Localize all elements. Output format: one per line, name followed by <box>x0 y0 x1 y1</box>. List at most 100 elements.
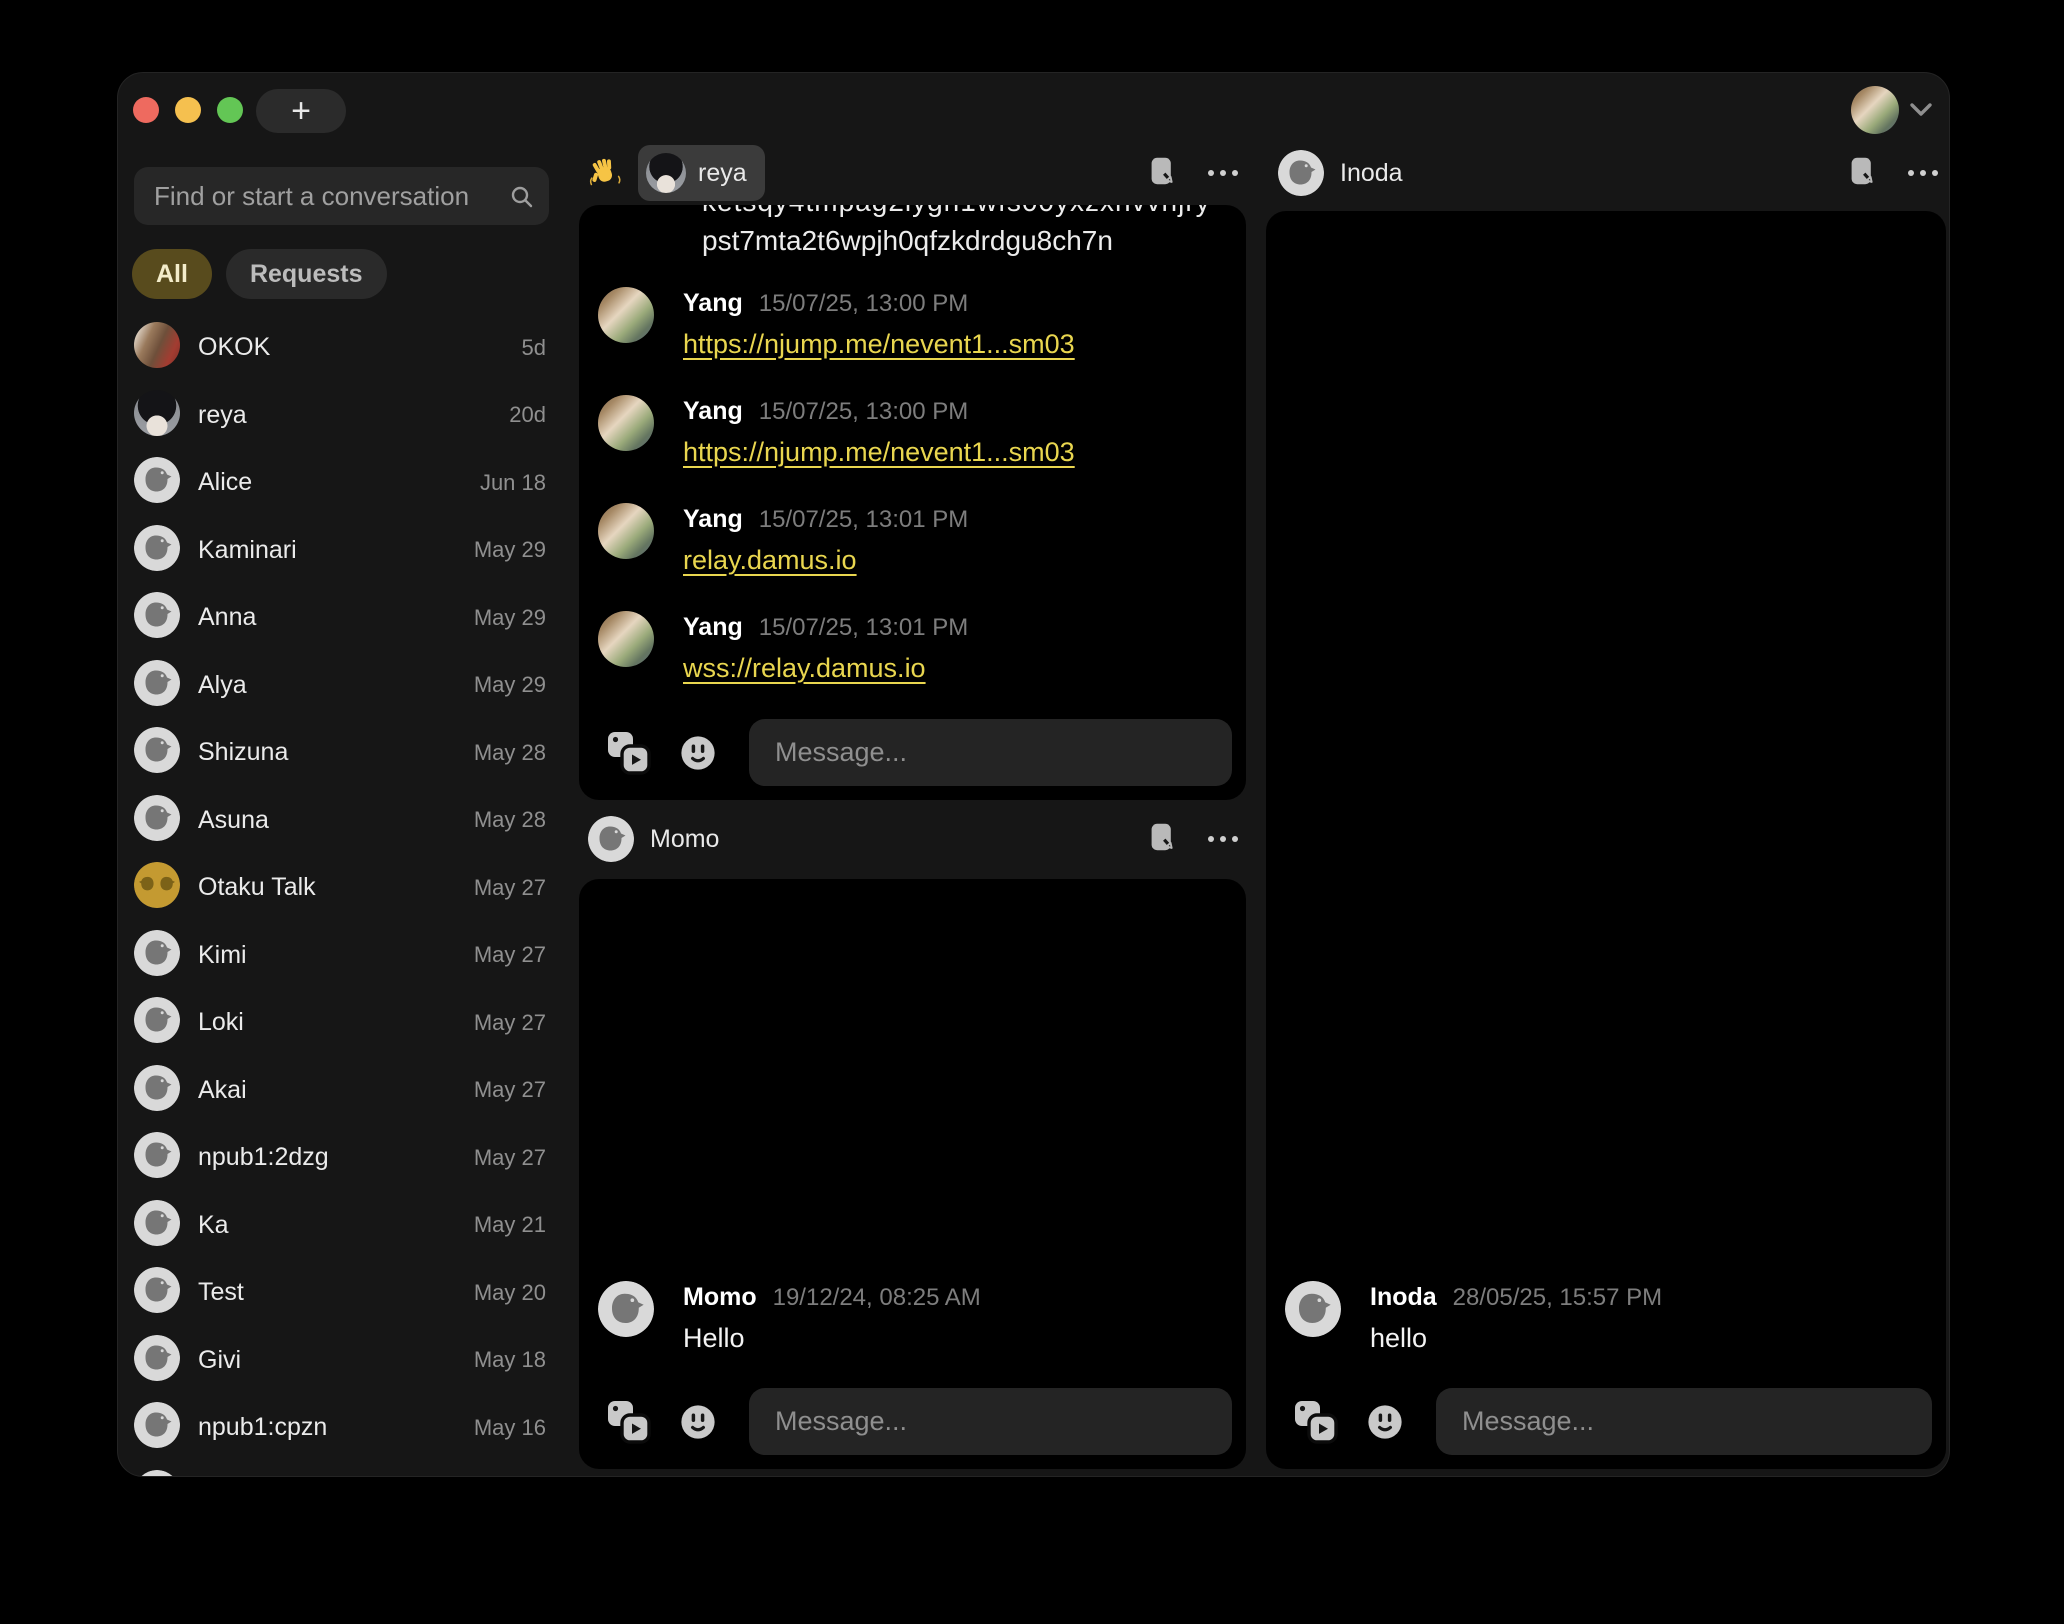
avatar <box>134 930 180 976</box>
message-avatar[interactable] <box>598 395 654 471</box>
conversation-avatar <box>134 1335 180 1386</box>
conversation-row[interactable]: Shizuna May 28 <box>118 719 571 787</box>
conversation-avatar <box>134 930 180 981</box>
chat-header-reya: reya <box>588 141 1246 205</box>
conversation-timestamp: May 27 <box>474 1010 546 1036</box>
conversation-row[interactable]: Anna May 29 <box>118 584 571 652</box>
message-link[interactable]: relay.damus.io <box>683 541 968 579</box>
note-icon[interactable] <box>1850 157 1874 189</box>
conversation-timestamp: May 27 <box>474 1145 546 1171</box>
avatar <box>134 997 180 1043</box>
chat-title-reya[interactable]: reya <box>638 145 765 201</box>
message-avatar[interactable] <box>598 287 654 363</box>
more-options-icon[interactable] <box>1208 170 1238 176</box>
media-attach-icon[interactable] <box>1294 1400 1338 1444</box>
conversation-avatar <box>134 795 180 846</box>
message-author: Inoda <box>1370 1283 1437 1312</box>
conversation-timestamp: Jun 18 <box>480 470 546 496</box>
more-options-icon[interactable] <box>1208 836 1238 842</box>
message-avatar[interactable] <box>598 611 654 687</box>
message-link[interactable]: https://njump.me/nevent1...sm03 <box>683 325 1075 363</box>
message-avatar[interactable] <box>1285 1281 1341 1357</box>
conversation-row[interactable]: Asuna May 28 <box>118 787 571 855</box>
conversation-row[interactable]: npub1:2dzg May 27 <box>118 1124 571 1192</box>
message-author: Yang <box>683 397 743 426</box>
chat-avatar-reya <box>646 153 686 193</box>
conversation-name: Shizuna <box>198 738 456 767</box>
message-list: Momo 19/12/24, 08:25 AM Hello <box>579 1281 1246 1357</box>
message-text: hello <box>1370 1319 1662 1357</box>
emoji-icon[interactable] <box>1366 1403 1404 1441</box>
media-attach-icon[interactable] <box>607 731 651 775</box>
conversation-row[interactable]: Kaminari May 29 <box>118 517 571 585</box>
chat-panel-momo: Momo 19/12/24, 08:25 AM Hello <box>579 879 1246 1469</box>
conversation-avatar <box>134 727 180 778</box>
message-input-inoda[interactable] <box>1436 1388 1932 1455</box>
chat-avatar-momo <box>588 816 634 862</box>
conversation-row[interactable]: reya 20d <box>118 382 571 450</box>
filter-all[interactable]: All <box>132 249 212 299</box>
conversation-timestamp: May 28 <box>474 740 546 766</box>
conversation-name: Otaku Talk <box>198 873 456 902</box>
conversation-row[interactable]: Otaku Talk May 27 <box>118 854 571 922</box>
conversation-name: OKOK <box>198 333 504 362</box>
chat-message: Yang 15/07/25, 13:01 PM relay.damus.io <box>598 503 1230 579</box>
note-icon[interactable] <box>1150 157 1174 189</box>
emoji-icon[interactable] <box>679 734 717 772</box>
conversation-name: Kimi <box>198 941 456 970</box>
chat-title-inoda[interactable]: Inoda <box>1278 150 1403 196</box>
conversation-avatar <box>134 457 180 508</box>
conversation-name: Anna <box>198 603 456 632</box>
message-avatar[interactable] <box>598 1281 654 1357</box>
avatar <box>134 660 180 706</box>
search-input[interactable] <box>134 167 549 225</box>
conversation-timestamp: May 27 <box>474 875 546 901</box>
conversation-name: Givi <box>198 1346 456 1375</box>
chat-avatar-inoda <box>1278 150 1324 196</box>
media-attach-icon[interactable] <box>607 1400 651 1444</box>
chat-header-momo: Momo <box>588 807 1246 871</box>
message-link[interactable]: wss://relay.damus.io <box>683 649 968 687</box>
conversation-row[interactable]: Test May 20 <box>118 1259 571 1327</box>
avatar <box>134 1267 180 1313</box>
conversation-row[interactable]: npub1:cpzn May 16 <box>118 1394 571 1462</box>
conversation-avatar <box>134 1132 180 1183</box>
chat-panel-inoda: Inoda 28/05/25, 15:57 PM hello <box>1266 211 1946 1469</box>
filter-requests[interactable]: Requests <box>226 249 387 299</box>
chat-title-label: Inoda <box>1340 159 1403 188</box>
conversation-name: npub1:cpzn <box>198 1413 456 1442</box>
conversation-row[interactable]: Ka May 21 <box>118 1192 571 1260</box>
message-avatar[interactable] <box>598 503 654 579</box>
conversation-row[interactable]: Loki May 27 <box>118 989 571 1057</box>
message-author: Momo <box>683 1283 757 1312</box>
message-link[interactable]: https://njump.me/nevent1...sm03 <box>683 433 1075 471</box>
conversation-row[interactable]: Alice Jun 18 <box>118 449 571 517</box>
conversation-row[interactable]: Akai May 27 <box>118 1057 571 1125</box>
wave-hand-icon <box>588 156 622 190</box>
message-list: Yang 15/07/25, 13:00 PM https://njump.me… <box>579 259 1246 687</box>
conversation-name: Alya <box>198 671 456 700</box>
conversation-row[interactable]: Givi May 18 <box>118 1327 571 1395</box>
wrapped-line-clipped: ketsqy4tmpag2lygh1wfs00yxzxnvvnjry <box>702 205 1226 219</box>
conversation-row[interactable]: OKOK 5d <box>118 314 571 382</box>
emoji-icon[interactable] <box>679 1403 717 1441</box>
conversation-row[interactable]: Alya May 29 <box>118 652 571 720</box>
user-avatar[interactable] <box>1851 86 1899 134</box>
conversation-timestamp: May 29 <box>474 537 546 563</box>
message-input-momo[interactable] <box>749 1388 1232 1455</box>
chat-title-momo[interactable]: Momo <box>588 816 719 862</box>
avatar <box>134 1402 180 1448</box>
avatar <box>134 1335 180 1381</box>
more-options-icon[interactable] <box>1908 170 1938 176</box>
avatar <box>1285 1281 1341 1337</box>
conversation-name: Loki <box>198 1008 456 1037</box>
conversation-name: Ka <box>198 1211 456 1240</box>
message-input-reya[interactable] <box>749 719 1232 786</box>
note-icon[interactable] <box>1150 823 1174 855</box>
message-timestamp: 19/12/24, 08:25 AM <box>773 1284 981 1312</box>
user-menu[interactable] <box>1851 86 1933 134</box>
conversation-row[interactable]: Kimi May 27 <box>118 922 571 990</box>
chat-message: Yang 15/07/25, 13:00 PM https://njump.me… <box>598 395 1230 471</box>
conversation-timestamp: May 18 <box>474 1347 546 1373</box>
avatar <box>134 390 180 436</box>
